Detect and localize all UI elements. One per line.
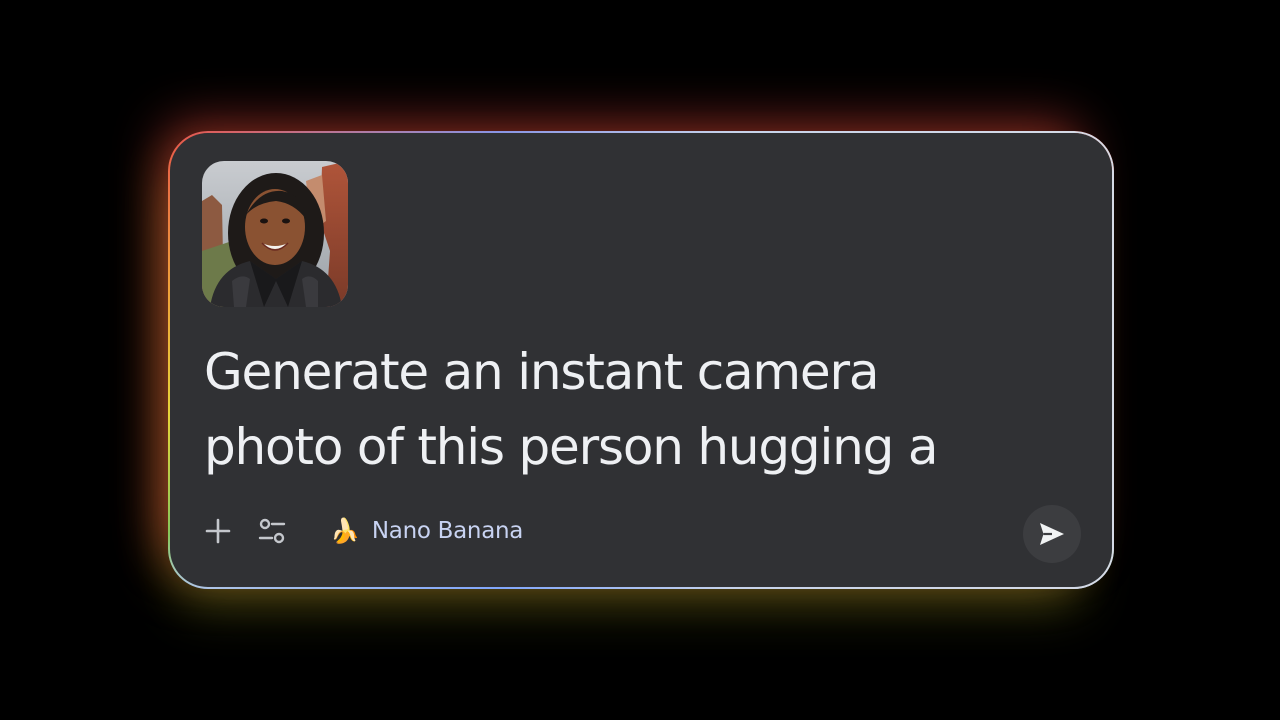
banana-icon: 🍌 [330, 517, 360, 545]
model-label: Nano Banana [371, 518, 524, 544]
sliders-icon [258, 518, 286, 544]
prompt-input-text[interactable]: Generate an instant camera photo of this… [204, 335, 1024, 485]
model-selector[interactable]: 🍌 Nano Banana [330, 511, 523, 551]
add-attachment-button[interactable] [198, 511, 238, 551]
attached-photo-thumbnail[interactable] [202, 161, 348, 307]
tools-button[interactable] [252, 511, 292, 551]
plus-icon [205, 518, 231, 544]
composer-toolbar: 🍌 Nano Banana [198, 509, 523, 553]
prompt-composer: Generate an instant camera photo of this… [170, 133, 1112, 587]
send-button[interactable] [1023, 505, 1081, 563]
screen: Generate an instant camera photo of this… [0, 0, 1280, 720]
send-arrow-icon [1040, 523, 1064, 545]
composer-glow-border: Generate an instant camera photo of this… [168, 131, 1114, 589]
